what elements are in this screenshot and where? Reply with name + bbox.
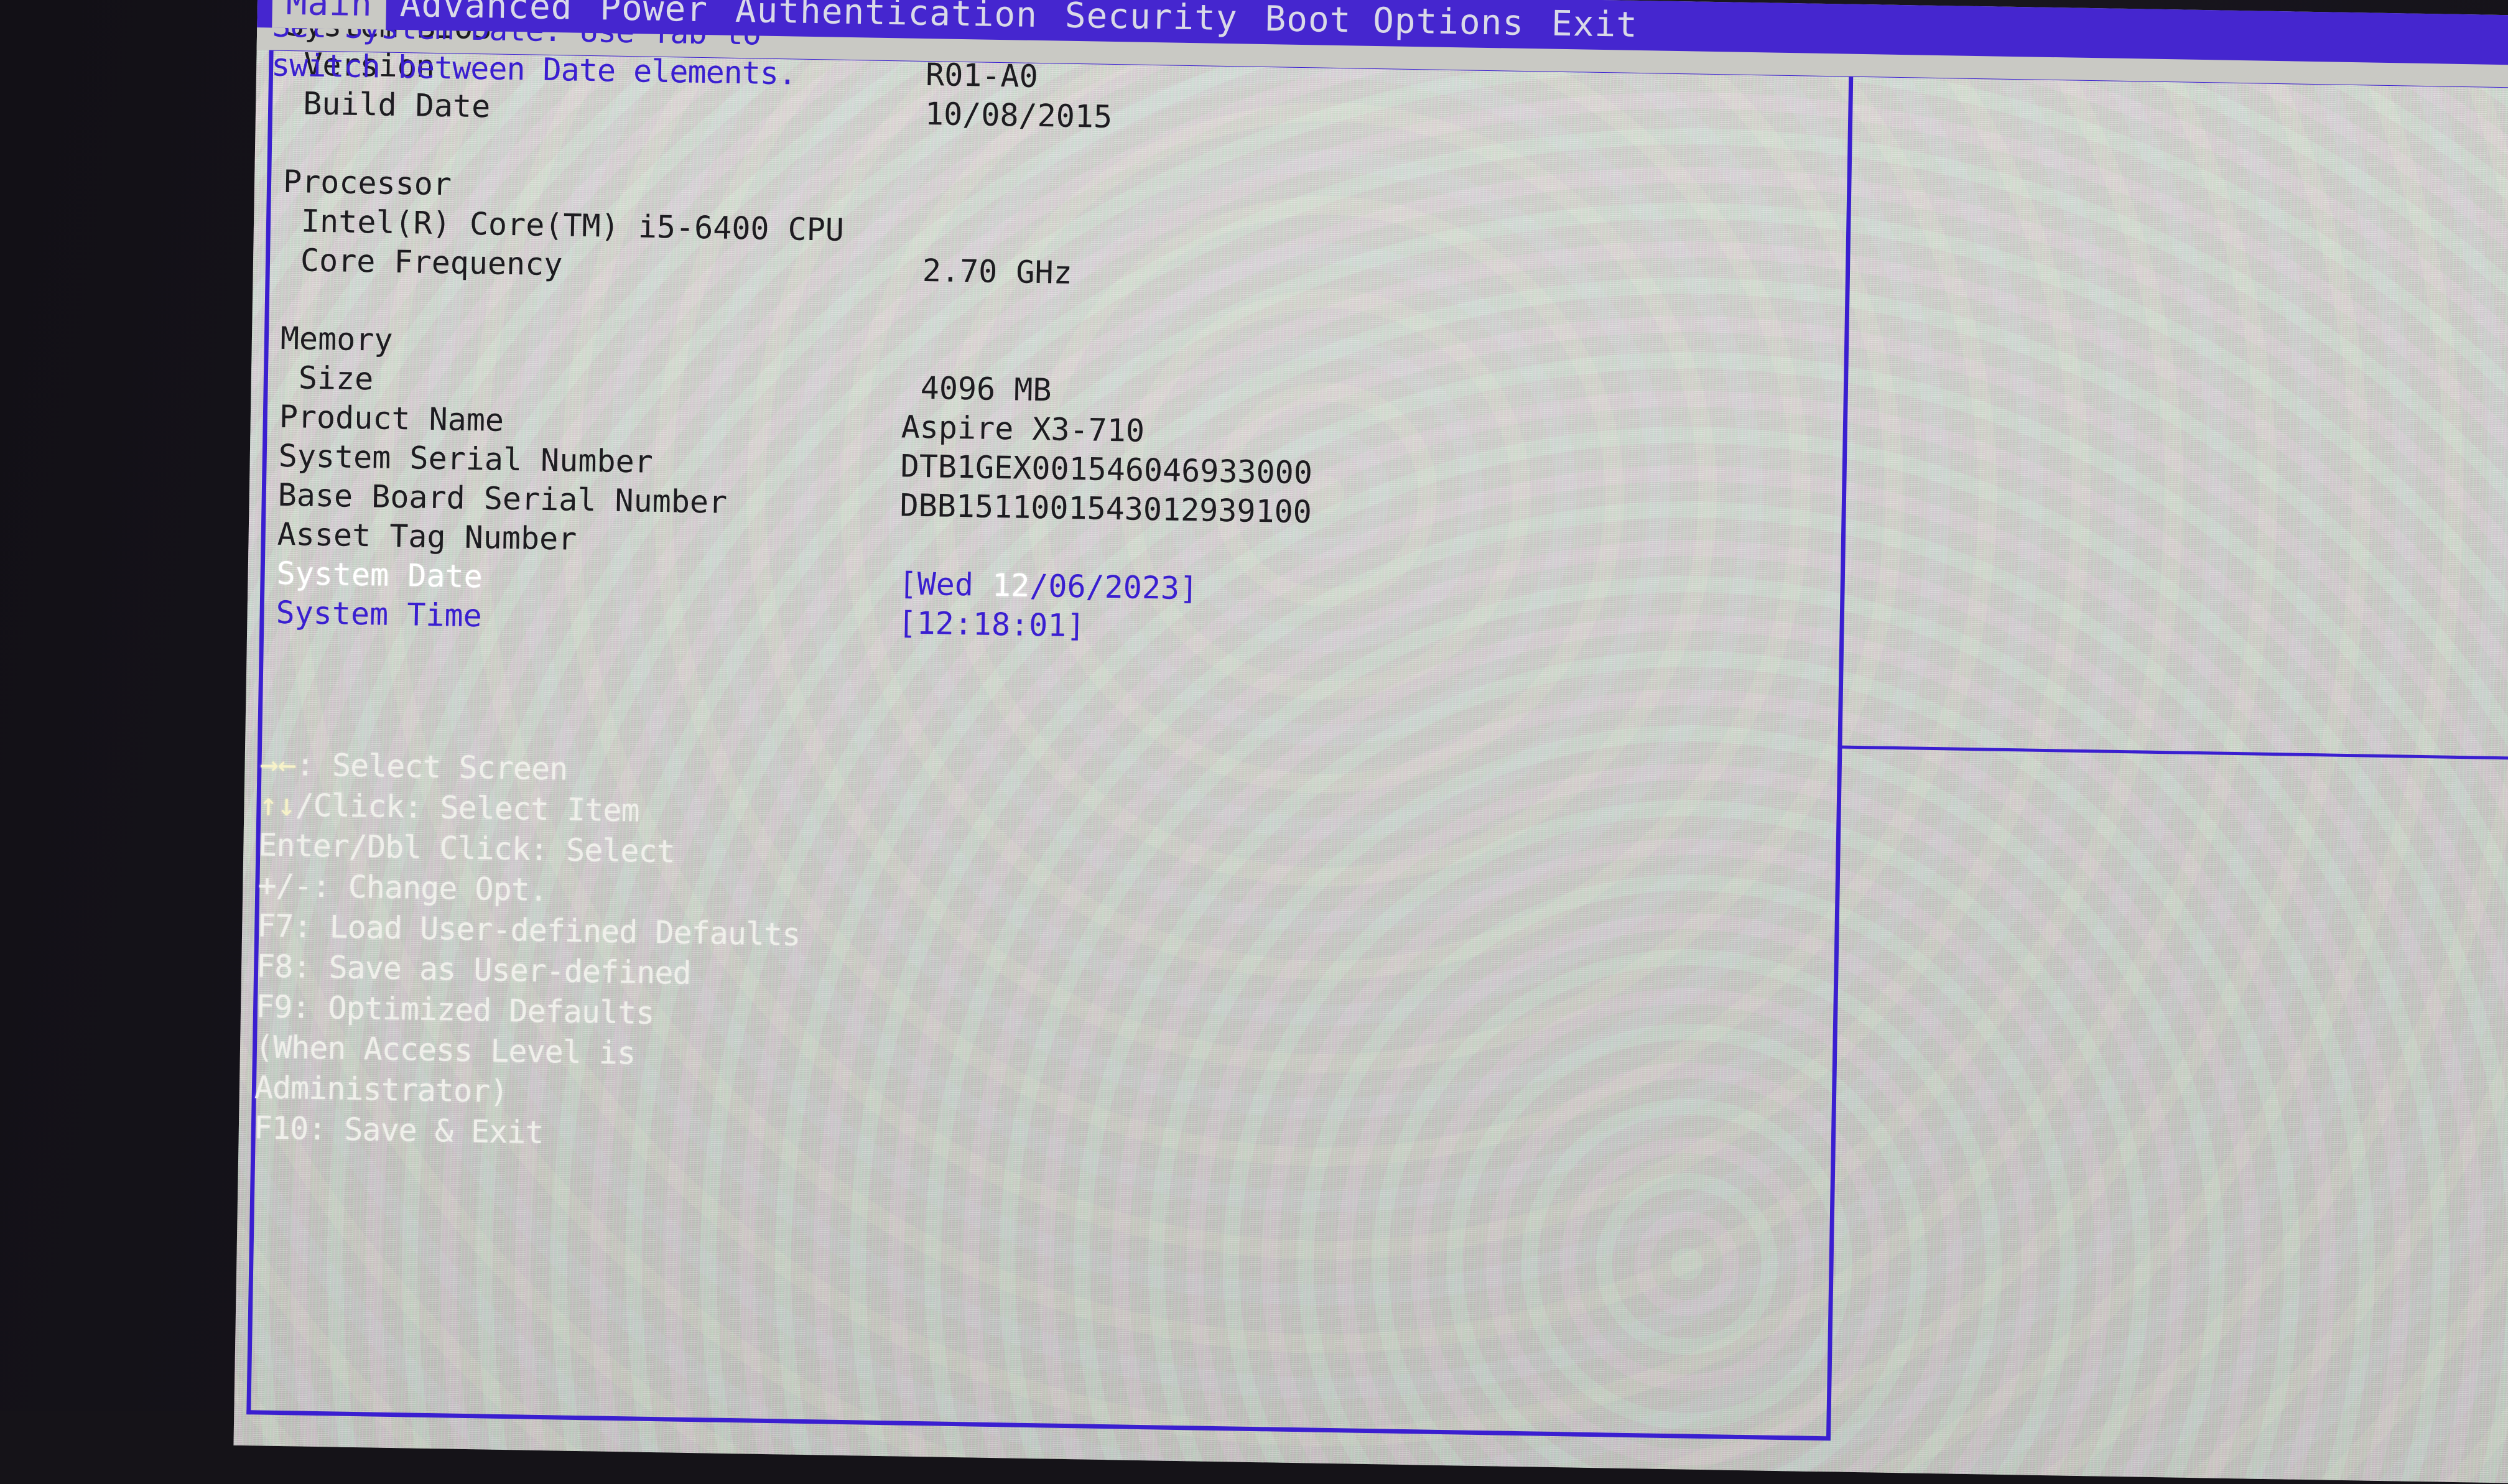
system-time-value[interactable]: [12:18:01] [898, 605, 1085, 644]
settings-list: System BIOSVersionR01-A0Build Date10/08/… [276, 7, 1791, 659]
legend-item-text: +/-: Change Opt. [258, 867, 548, 908]
system-date-rest: /06/2023 [1029, 568, 1180, 606]
tab-authentication[interactable]: Authentication [721, 0, 1051, 40]
key-legend: →←: Select Screen↑↓/Click: Select ItemEn… [253, 744, 1000, 1161]
tab-main[interactable]: Main [272, 0, 386, 30]
system-date-value[interactable]: [Wed 12/06/2023] [898, 565, 1199, 606]
tab-advanced[interactable]: Advanced [386, 0, 587, 33]
system-date-open: [ [898, 565, 917, 601]
legend-item-text: /Click: Select Item [295, 787, 639, 828]
system-date-month-field[interactable]: 12 [992, 567, 1030, 604]
tab-exit[interactable]: Exit [1537, 0, 1651, 50]
legend-item-text: (When Access Level is [255, 1029, 636, 1071]
legend-item-text: Administrator) [254, 1069, 508, 1110]
legend-item-text: Enter/Dbl Click: Select [258, 827, 675, 870]
system-date-close: ] [1179, 570, 1199, 606]
help-panel [1826, 73, 2508, 1454]
setting-value: 4096 MB [920, 370, 1052, 408]
monitor-screen: MainAdvancedPowerAuthenticationSecurityB… [233, 0, 2508, 1484]
arrow-left-right-icon: →← [259, 746, 296, 782]
tab-power[interactable]: Power [586, 0, 722, 35]
legend-item-text: F7: Load User-defined Defaults [257, 907, 801, 952]
setting-value: 2.70 GHz [922, 253, 1072, 291]
setting-value: DTB1GEX001546046933000 [900, 448, 1312, 491]
tab-boot-options[interactable]: Boot Options [1251, 0, 1538, 49]
setting-value: Aspire X3-710 [901, 409, 1145, 448]
arrow-up-down-icon: ↑↓ [259, 786, 295, 823]
legend-item-text: F8: Save as User-defined [256, 948, 691, 991]
photo-background: MainAdvancedPowerAuthenticationSecurityB… [0, 0, 2508, 1411]
tab-security[interactable]: Security [1051, 0, 1252, 44]
legend-item-text: F9: Optimized Defaults [256, 988, 654, 1031]
system-date-weekday: Wed [917, 566, 992, 603]
legend-item-text: : Select Screen [295, 746, 567, 787]
setting-value: 10/08/2015 [925, 96, 1113, 135]
setting-value: DBB1511001543012939100 [899, 487, 1312, 530]
legend-item-text: F10: Save & Exit [253, 1110, 544, 1151]
